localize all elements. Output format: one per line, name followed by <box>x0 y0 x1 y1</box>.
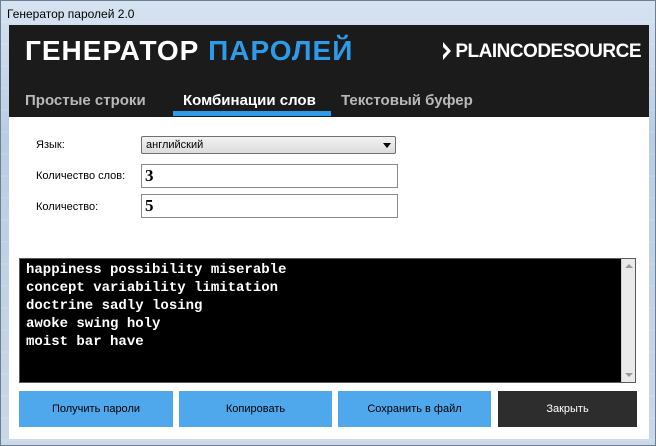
close-button[interactable]: Закрыть <box>498 391 637 427</box>
password-output-area[interactable]: happiness possibility miserable concept … <box>19 258 636 383</box>
copy-button[interactable]: Копировать <box>179 391 332 427</box>
word-count-label: Количество слов: <box>36 170 126 182</box>
scroll-up-icon[interactable] <box>625 264 633 268</box>
language-label: Язык: <box>36 139 65 151</box>
save-to-file-button[interactable]: Сохранить в файл <box>338 391 491 427</box>
tab-text-buffer[interactable]: Текстовый буфер <box>341 89 473 113</box>
language-select[interactable]: английский <box>141 136 396 154</box>
password-line: awoke swing holy <box>26 316 161 332</box>
active-tab-indicator <box>173 111 331 116</box>
output-scrollbar[interactable] <box>621 259 635 382</box>
tab-word-combinations[interactable]: Комбинации слов <box>183 89 316 113</box>
password-line: doctrine sadly losing <box>26 298 203 314</box>
app-header: ГЕНЕРАТОР ПАРОЛЕЙ PLAINCODESOURCE Просты… <box>9 25 649 117</box>
vendor-logo: PLAINCODESOURCE <box>441 41 641 63</box>
password-output-lines: happiness possibility miserable concept … <box>26 261 619 351</box>
word-count-input[interactable]: 3 <box>141 164 398 188</box>
app-client-area: ГЕНЕРАТОР ПАРОЛЕЙ PLAINCODESOURCE Просты… <box>9 25 649 439</box>
app-title: ГЕНЕРАТОР ПАРОЛЕЙ <box>25 35 353 67</box>
password-line: moist bar have <box>26 334 144 350</box>
tab-simple-strings[interactable]: Простые строки <box>25 89 146 113</box>
count-input[interactable]: 5 <box>141 194 398 218</box>
get-passwords-button[interactable]: Получить пароли <box>19 391 173 427</box>
scroll-down-icon[interactable] <box>625 373 633 377</box>
vendor-name: PLAINCODESOURCE <box>455 41 641 62</box>
app-title-part1: ГЕНЕРАТОР <box>25 35 200 66</box>
password-line: concept variability limitation <box>26 280 279 296</box>
window-title: Генератор паролей 2.0 <box>7 7 135 21</box>
app-title-part2: ПАРОЛЕЙ <box>208 35 354 66</box>
language-select-value: английский <box>146 139 204 151</box>
chevron-down-icon <box>383 143 391 148</box>
vendor-logo-icon <box>443 42 452 60</box>
window-frame: Генератор паролей 2.0 ГЕНЕРАТОР ПАРОЛЕЙ … <box>0 0 656 446</box>
count-label: Количество: <box>36 201 99 213</box>
password-line: happiness possibility miserable <box>26 262 287 278</box>
